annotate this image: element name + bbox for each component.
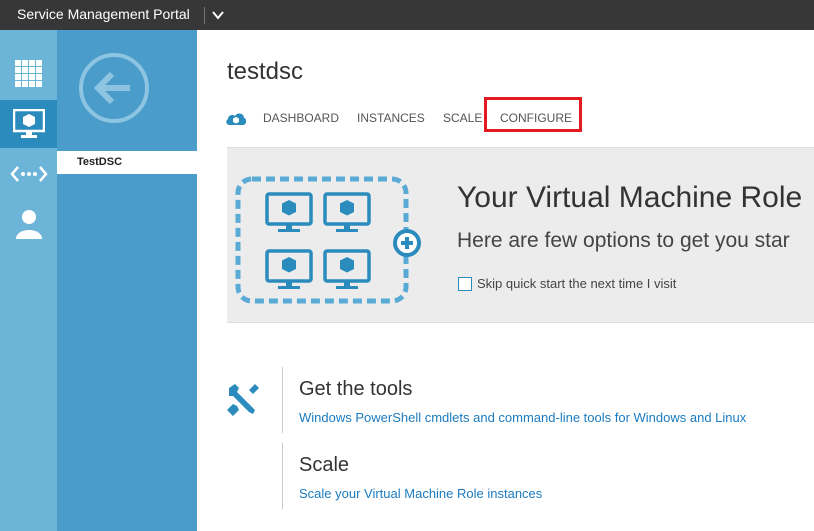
nav-item-testdsc[interactable]: TestDSC [57,151,197,174]
back-arrow-icon[interactable] [78,52,150,124]
portal-title[interactable]: Service Management Portal [17,6,190,22]
vm-role-illustration-icon [235,176,421,304]
tools-link[interactable]: Windows PowerShell cmdlets and command-l… [299,410,746,425]
grid-icon [14,60,42,87]
tab-instances[interactable]: INSTANCES [357,111,425,125]
section-divider [282,443,283,509]
virtual-machine-icon [12,109,45,138]
topbar-divider [204,7,205,24]
main-content: testdsc DASHBOARD INSTANCES SCALE CONFIG… [197,30,814,531]
rail-item-my-account[interactable] [0,200,57,248]
tab-scale[interactable]: SCALE [443,111,482,125]
network-icon [9,166,48,182]
rail-item-all-items[interactable] [0,50,57,98]
quickstart-subtitle: Here are few options to get you star [457,229,790,252]
secondary-nav: TestDSC [57,30,197,531]
section-divider [282,367,283,433]
rail-item-virtual-machines[interactable] [0,100,57,148]
top-bar: Service Management Portal [0,0,814,30]
scale-link[interactable]: Scale your Virtual Machine Role instance… [299,486,542,501]
tools-icon [227,384,259,416]
quickstart-title: Your Virtual Machine Role [457,181,803,214]
configure-highlight-box [484,97,582,132]
icon-rail [0,30,57,531]
cloud-vm-icon [226,113,247,125]
page-title: testdsc [227,58,304,85]
quickstart-panel: Your Virtual Machine Role Here are few o… [227,147,814,323]
skip-quickstart-label: Skip quick start the next time I visit [477,276,677,291]
tools-section-title: Get the tools [299,378,413,400]
checkbox-box[interactable] [458,276,472,291]
tab-dashboard[interactable]: DASHBOARD [263,111,339,125]
user-icon [15,210,42,239]
scale-section-title: Scale [299,454,350,476]
rail-item-networks[interactable] [0,150,57,198]
chevron-down-icon[interactable] [210,8,226,22]
skip-quickstart-checkbox[interactable]: Skip quick start the next time I visit [458,276,676,291]
